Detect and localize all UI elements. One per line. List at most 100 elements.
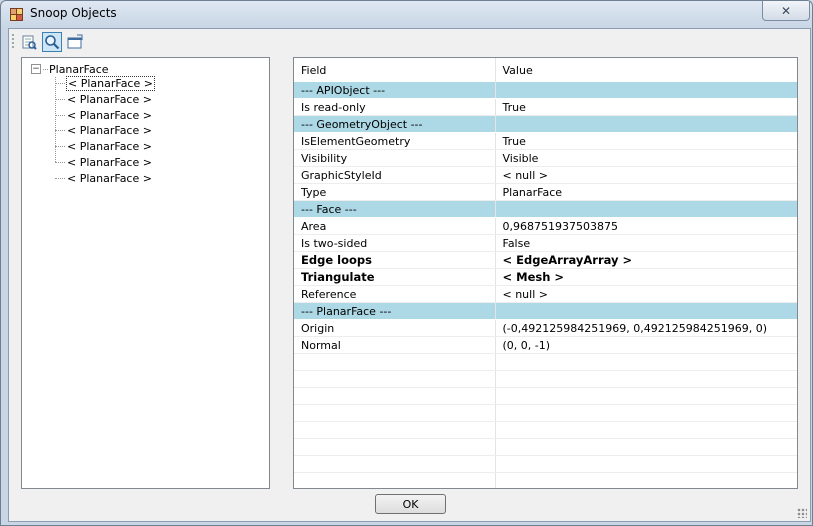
empty-cell xyxy=(495,455,797,473)
copy-window-icon xyxy=(67,34,83,49)
property-row[interactable]: Type PlanarFace xyxy=(294,183,797,201)
property-row[interactable]: GraphicStyleId < null > xyxy=(294,166,797,184)
tree-connector-line xyxy=(55,115,65,116)
value-cell: True xyxy=(495,132,797,150)
property-row[interactable]: Visibility Visible xyxy=(294,149,797,167)
title-bar[interactable]: Snoop Objects ✕ xyxy=(1,1,812,27)
property-row[interactable]: Is two-sided False xyxy=(294,234,797,252)
tree-item[interactable]: < PlanarFace > xyxy=(55,76,155,91)
tree-item[interactable]: < PlanarFace > xyxy=(55,108,153,123)
tree-item[interactable]: < PlanarFace > xyxy=(55,92,153,107)
tree-item-label: < PlanarFace > xyxy=(67,140,152,153)
value-cell: Visible xyxy=(495,149,797,167)
field-cell: --- PlanarFace --- xyxy=(294,302,496,320)
value-cell xyxy=(495,302,797,320)
field-cell: Type xyxy=(294,183,496,201)
property-row[interactable]: Reference < null > xyxy=(294,285,797,303)
tree-item-label: < PlanarFace > xyxy=(67,124,152,137)
empty-cell xyxy=(495,421,797,439)
property-row[interactable]: Triangulate < Mesh > xyxy=(294,268,797,286)
close-icon: ✕ xyxy=(780,3,792,18)
empty-row xyxy=(294,387,797,405)
section-header-row[interactable]: --- APIObject --- xyxy=(294,82,797,99)
tree-connector-line xyxy=(43,68,48,70)
section-header-row[interactable]: --- PlanarFace --- xyxy=(294,302,797,320)
tree-root-node[interactable]: − PlanarFace xyxy=(31,61,109,77)
empty-cell xyxy=(294,472,496,488)
value-cell xyxy=(495,115,797,133)
tree-connector-line xyxy=(55,130,65,131)
copy-window-button[interactable] xyxy=(65,32,85,52)
property-table: Field Value --- APIObject --- Is read-onl… xyxy=(294,58,797,488)
tree-connector-line xyxy=(55,99,65,100)
empty-cell xyxy=(294,370,496,388)
property-row[interactable]: IsElementGeometry True xyxy=(294,132,797,150)
toolbar-grip[interactable] xyxy=(12,34,14,50)
window-title: Snoop Objects xyxy=(30,6,117,20)
property-row[interactable]: Area 0,968751937503875 xyxy=(294,217,797,235)
ok-button[interactable]: OK xyxy=(375,494,446,514)
field-cell: IsElementGeometry xyxy=(294,132,496,150)
property-row[interactable]: Normal (0, 0, -1) xyxy=(294,336,797,354)
empty-row xyxy=(294,353,797,371)
field-cell: --- GeometryObject --- xyxy=(294,115,496,133)
property-row[interactable]: Is read-only True xyxy=(294,98,797,116)
empty-row xyxy=(294,370,797,388)
field-cell: Area xyxy=(294,217,496,235)
field-column-header[interactable]: Field xyxy=(294,58,496,82)
empty-cell xyxy=(294,353,496,371)
toolbar xyxy=(9,29,810,55)
value-cell: 0,968751937503875 xyxy=(495,217,797,235)
field-cell: GraphicStyleId xyxy=(294,166,496,184)
tree-item[interactable]: < PlanarFace > xyxy=(55,123,153,138)
snoop-objects-window: Snoop Objects ✕ − PlanarFace < PlanarFac… xyxy=(0,0,813,526)
empty-cell xyxy=(495,353,797,371)
empty-cell xyxy=(294,387,496,405)
empty-row xyxy=(294,438,797,456)
tree-item[interactable]: < PlanarFace > xyxy=(55,139,153,154)
property-grid[interactable]: Field Value --- APIObject --- Is read-onl… xyxy=(293,57,798,489)
object-snoop-icon xyxy=(22,35,37,50)
tree-item[interactable]: < PlanarFace > xyxy=(55,155,153,170)
object-tree-view[interactable]: − PlanarFace < PlanarFace > < PlanarFace… xyxy=(21,57,270,489)
tree-connector-line xyxy=(55,162,65,163)
empty-cell xyxy=(294,404,496,422)
tree-connector-line xyxy=(55,83,65,84)
tree-connector-line xyxy=(55,178,65,179)
zoom-search-button[interactable] xyxy=(42,32,62,52)
empty-cell xyxy=(495,438,797,456)
tree-item-label: < PlanarFace > xyxy=(67,109,152,122)
empty-cell xyxy=(495,387,797,405)
empty-cell xyxy=(294,421,496,439)
value-cell: (0, 0, -1) xyxy=(495,336,797,354)
empty-row xyxy=(294,455,797,473)
value-column-header[interactable]: Value xyxy=(495,58,797,82)
empty-cell xyxy=(294,455,496,473)
zoom-search-icon xyxy=(45,35,60,50)
close-button[interactable]: ✕ xyxy=(762,1,810,21)
field-cell: Visibility xyxy=(294,149,496,167)
dialog-client-area: − PlanarFace < PlanarFace > < PlanarFace… xyxy=(8,28,811,522)
property-row[interactable]: Edge loops < EdgeArrayArray > xyxy=(294,251,797,269)
object-snoop-button[interactable] xyxy=(19,32,39,52)
tree-root-label: PlanarFace xyxy=(49,62,109,76)
field-cell: --- APIObject --- xyxy=(294,82,496,99)
field-cell: Triangulate xyxy=(294,268,496,286)
value-cell[interactable]: < Mesh > xyxy=(495,268,797,286)
tree-item-label: < PlanarFace > xyxy=(66,76,155,91)
value-cell xyxy=(495,200,797,218)
tree-item[interactable]: < PlanarFace > xyxy=(55,171,153,186)
resize-grip[interactable] xyxy=(797,508,807,518)
tree-item-label: < PlanarFace > xyxy=(67,156,152,169)
value-cell: (-0,492125984251969, 0,492125984251969, … xyxy=(495,319,797,337)
collapse-icon[interactable]: − xyxy=(31,64,41,74)
section-header-row[interactable]: --- Face --- xyxy=(294,200,797,218)
value-cell[interactable]: < EdgeArrayArray > xyxy=(495,251,797,269)
empty-row xyxy=(294,404,797,422)
value-cell: False xyxy=(495,234,797,252)
value-cell: True xyxy=(495,98,797,116)
field-cell: Edge loops xyxy=(294,251,496,269)
section-header-row[interactable]: --- GeometryObject --- xyxy=(294,115,797,133)
empty-row xyxy=(294,472,797,488)
property-row[interactable]: Origin (-0,492125984251969, 0,49212598425… xyxy=(294,319,797,337)
